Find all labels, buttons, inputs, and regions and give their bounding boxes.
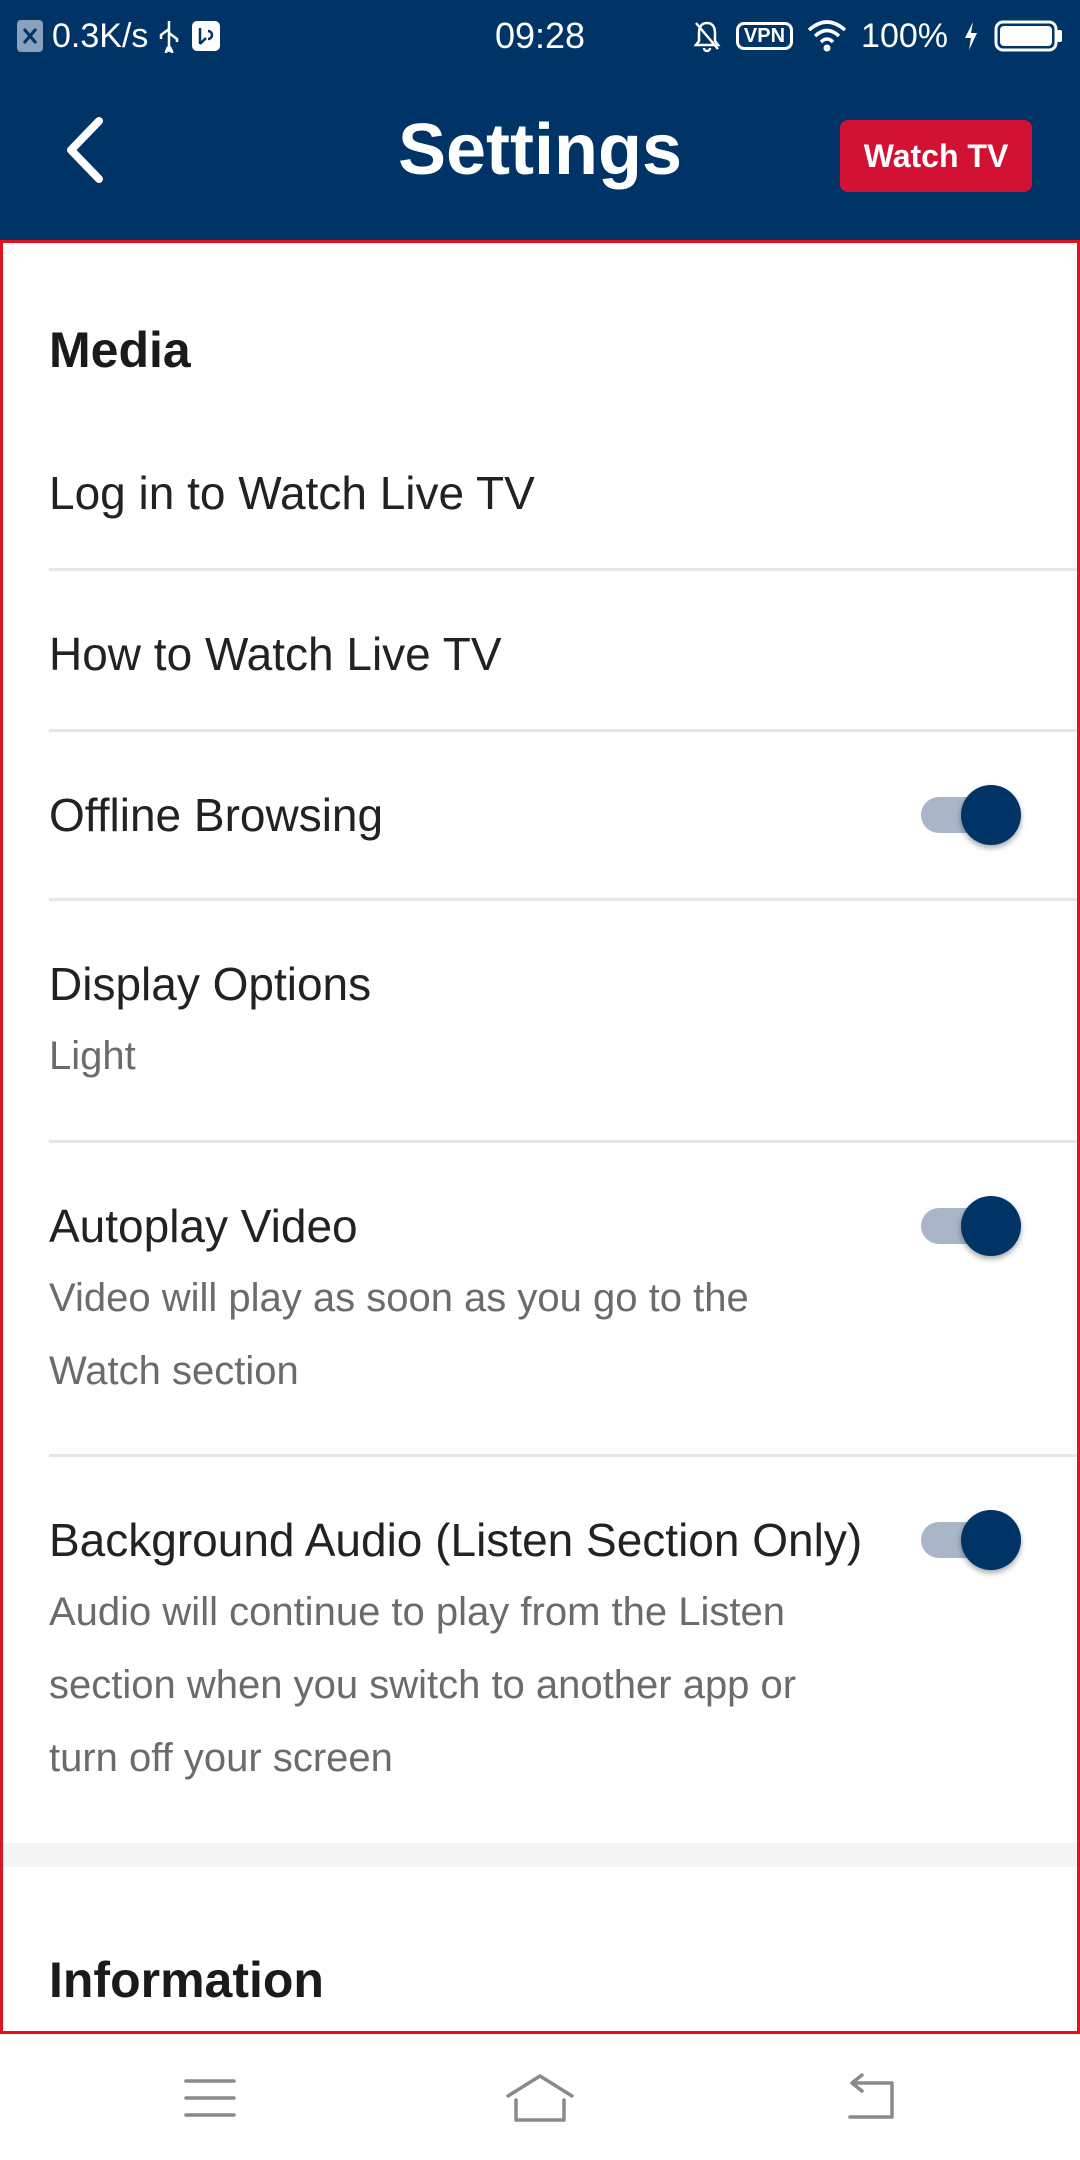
divider [49,729,1077,732]
divider [49,1140,1077,1143]
wifi-icon [807,20,847,52]
setting-title: Display Options [49,958,372,1010]
charging-icon [962,20,980,52]
toggle-thumb [961,1510,1021,1570]
divider [49,1454,1077,1457]
offline-browsing-toggle[interactable] [921,785,1021,845]
watch-tv-button[interactable]: Watch TV [840,120,1032,192]
setting-log-in-live-tv[interactable]: Log in to Watch Live TV [49,465,1077,521]
silent-bell-icon [692,19,722,53]
settings-list: Media Log in to Watch Live TV How to Wat… [0,240,1080,2034]
system-nav-bar [0,2034,1080,2160]
divider [49,568,1077,571]
divider [49,898,1077,901]
menu-button[interactable] [170,2065,250,2131]
toggle-thumb [961,785,1021,845]
setting-title: How to Watch Live TV [49,628,502,680]
background-audio-toggle[interactable] [921,1510,1021,1570]
status-right: VPN 100% [692,0,1064,72]
back-arrow-icon [848,2073,894,2119]
setting-description-line: turn off your screen [49,1736,393,1780]
setting-display-options[interactable]: Display Options Light [49,956,1077,1093]
home-button[interactable] [500,2065,580,2131]
toggle-thumb [961,1196,1021,1256]
setting-description-line: Audio will continue to play from the Lis… [49,1590,785,1634]
section-separator [3,1843,1077,1867]
section-header-information: Information [49,1952,324,2008]
setting-value: Light [49,1034,136,1078]
setting-description-line: Video will play as soon as you go to the [49,1276,749,1320]
setting-description-line: Watch section [49,1349,299,1393]
setting-how-to-watch[interactable]: How to Watch Live TV [49,626,1077,682]
home-icon [506,2074,574,2122]
battery-percent: 100% [861,16,948,55]
app-bar: Settings Watch TV [0,72,1080,240]
autoplay-video-toggle[interactable] [921,1196,1021,1256]
return-button[interactable] [830,2065,910,2131]
status-bar: 0.3K/s 09:28 VPN 100% [0,0,1080,72]
battery-icon [994,19,1064,53]
vpn-badge: VPN [735,22,794,50]
setting-description-line: section when you switch to another app o… [49,1663,797,1707]
menu-icon [184,2079,236,2117]
setting-title: Log in to Watch Live TV [49,467,535,519]
section-header-media: Media [49,322,191,378]
